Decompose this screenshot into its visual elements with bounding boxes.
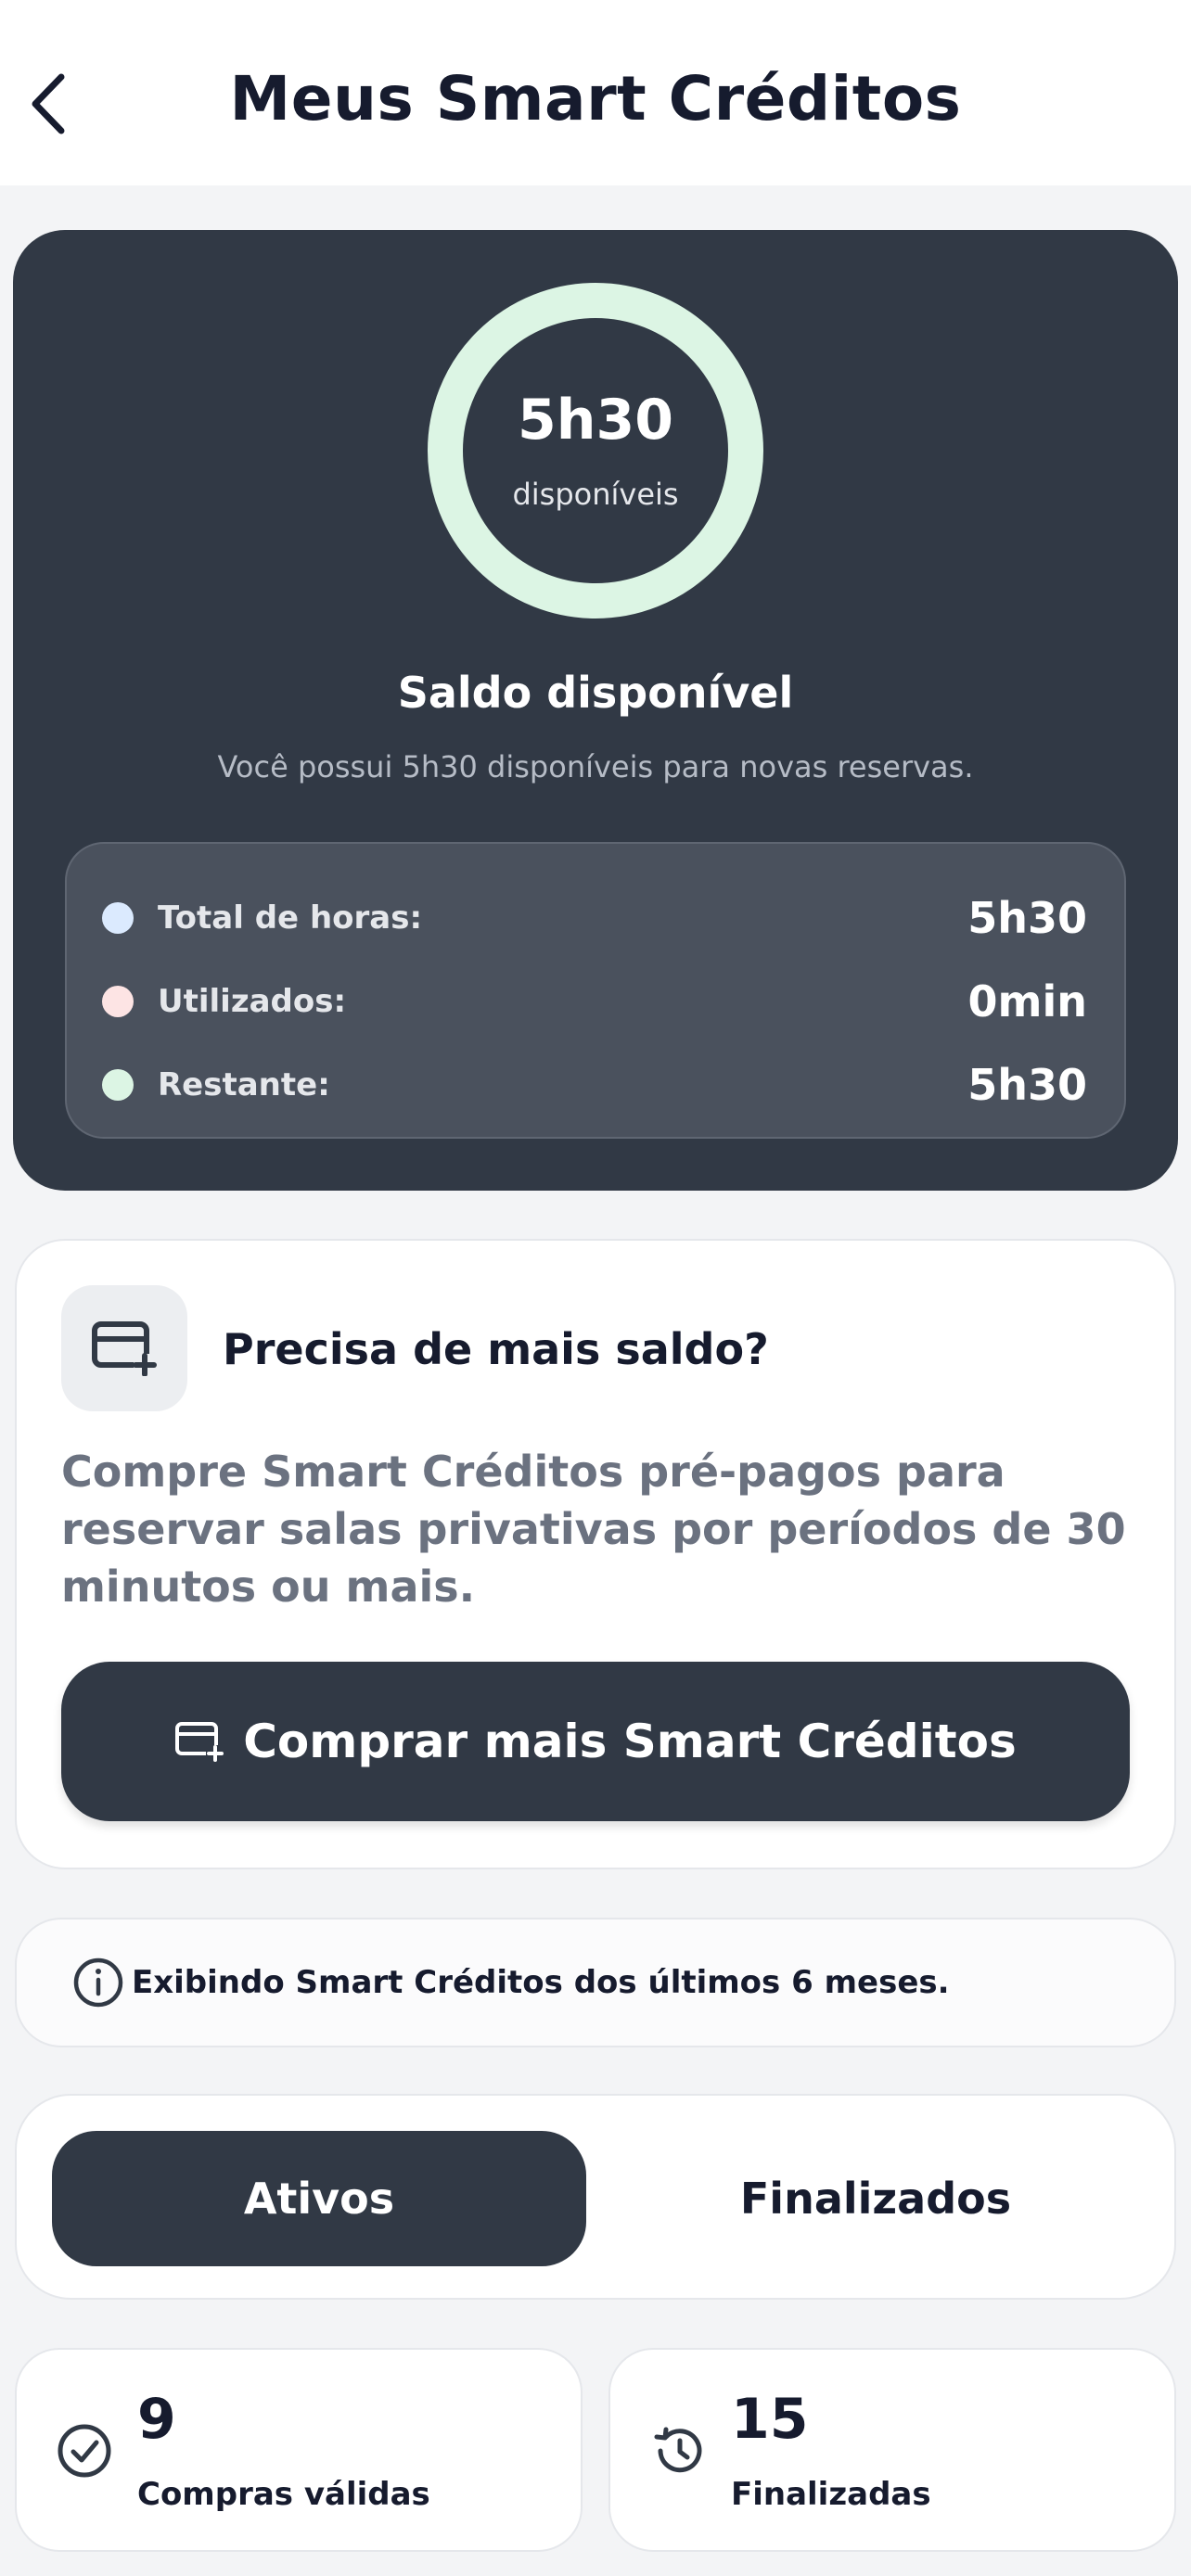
info-banner: Exibindo Smart Créditos dos últimos 6 me…	[15, 1918, 1176, 2047]
buy-credits-button[interactable]: Comprar mais Smart Créditos	[61, 1662, 1130, 1821]
tab-ativos[interactable]: Ativos	[52, 2131, 586, 2266]
summary-value: 9	[137, 2387, 176, 2452]
stat-label: Total de horas:	[158, 899, 423, 937]
summary-label: Compras válidas	[137, 2476, 430, 2513]
stat-dot	[102, 902, 134, 934]
balance-title: Saldo disponível	[397, 668, 794, 718]
stat-value: 5h30	[967, 1060, 1087, 1110]
info-icon	[73, 1958, 123, 2008]
ring-subtitle: disponíveis	[512, 477, 679, 512]
info-text: Exibindo Smart Créditos dos últimos 6 me…	[132, 1964, 950, 2001]
balance-stats: Total de horas: 5h30 Utilizados: 0min Re…	[65, 842, 1126, 1139]
buy-button-label: Comprar mais Smart Créditos	[243, 1715, 1017, 1768]
stat-row-total: Total de horas: 5h30	[67, 890, 1124, 946]
summary-card-valid[interactable]: 9 Compras válidas	[15, 2348, 583, 2552]
stat-dot	[102, 986, 134, 1017]
status-tabs: Ativos Finalizados	[15, 2094, 1176, 2300]
credit-card-plus-icon	[175, 1722, 225, 1762]
summary-value: 15	[731, 2387, 809, 2452]
stat-label: Utilizados:	[158, 983, 347, 1020]
tab-finalizados[interactable]: Finalizados	[608, 2131, 1143, 2266]
stat-value: 5h30	[967, 893, 1087, 943]
stat-row-used: Utilizados: 0min	[67, 974, 1124, 1029]
buy-more-title: Precisa de mais saldo?	[223, 1324, 769, 1374]
credit-card-plus-icon	[61, 1285, 187, 1411]
stat-dot	[102, 1069, 134, 1101]
app-header: Meus Smart Créditos	[0, 0, 1191, 185]
stat-value: 0min	[967, 976, 1087, 1027]
balance-description: Você possui 5h30 disponíveis para novas …	[217, 749, 974, 784]
page-title: Meus Smart Créditos	[229, 63, 962, 134]
stat-label: Restante:	[158, 1066, 330, 1103]
history-icon	[654, 2427, 702, 2473]
stat-row-remaining: Restante: 5h30	[67, 1057, 1124, 1113]
summary-label: Finalizadas	[731, 2476, 931, 2513]
buy-more-description: Compre Smart Créditos pré-pagos para res…	[61, 1447, 1126, 1612]
check-circle-icon	[58, 2424, 111, 2478]
ring-value: 5h30	[518, 388, 673, 453]
summary-card-finished[interactable]: 15 Finalizadas	[608, 2348, 1176, 2552]
